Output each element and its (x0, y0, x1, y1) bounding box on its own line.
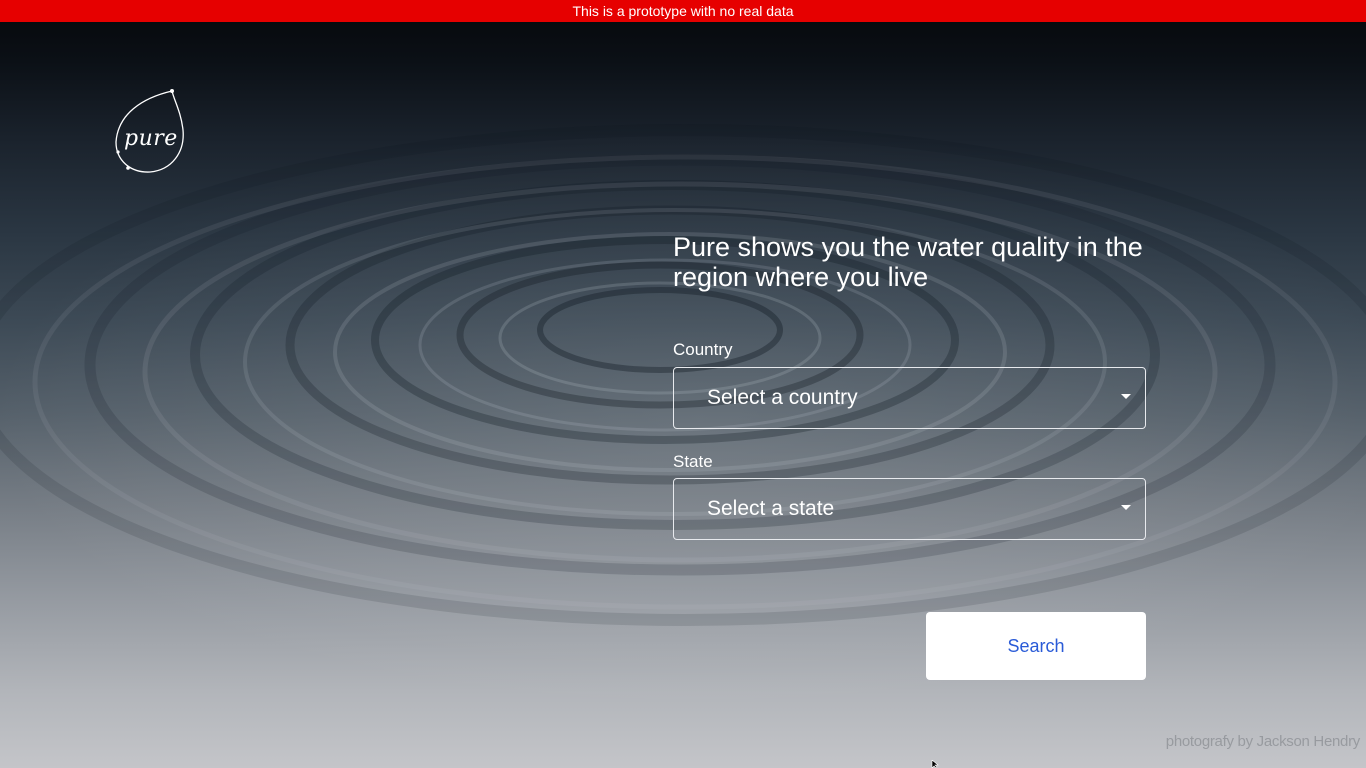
state-select[interactable]: Select a state (673, 478, 1146, 540)
country-select-value: Select a country (707, 386, 858, 409)
state-select-value: Select a state (707, 497, 835, 520)
caret-down-icon (1121, 394, 1131, 399)
caret-down-icon (1121, 505, 1131, 510)
photo-credit: photografy by Jackson Hendry (1165, 733, 1361, 750)
country-select[interactable]: Select a country (673, 367, 1146, 429)
prototype-banner: This is a prototype with no real data (0, 0, 1366, 22)
pure-logo[interactable]: pure (112, 86, 190, 178)
banner-text: This is a prototype with no real data (572, 3, 794, 19)
state-label: State (673, 452, 713, 471)
page-headline: Pure shows you the water quality in the … (673, 232, 1143, 292)
logo-wordmark: pure (124, 126, 178, 151)
country-label: Country (673, 340, 733, 359)
search-form: Pure shows you the water quality in the … (673, 232, 1146, 680)
search-button[interactable]: Search (926, 612, 1146, 680)
mouse-cursor-icon (931, 760, 939, 768)
landing-page: This is a prototype with no real data pu… (0, 0, 1366, 768)
